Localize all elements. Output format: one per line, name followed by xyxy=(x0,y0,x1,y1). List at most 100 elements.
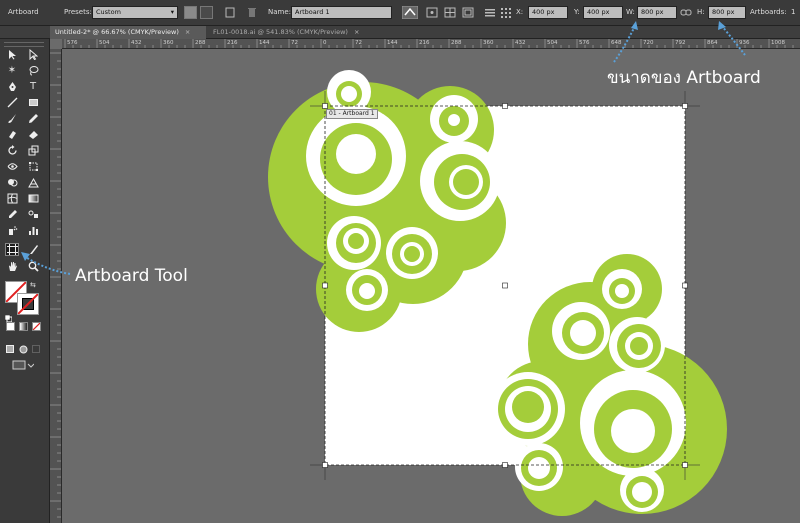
y-input[interactable]: 400 px xyxy=(583,6,623,19)
ruler-label: 288 xyxy=(195,40,206,46)
magic-wand-tool-icon[interactable]: ✶ xyxy=(5,64,19,77)
artboards-count-value: 1 xyxy=(791,8,796,16)
annotation-artboard-tool: Artboard Tool xyxy=(75,266,188,286)
default-fill-stroke-icon[interactable] xyxy=(4,307,13,323)
annotation-artboard-size: ขนาดของ Artboard xyxy=(607,68,761,88)
ruler-label: 360 xyxy=(163,40,174,46)
lasso-tool-icon[interactable] xyxy=(26,64,40,77)
show-center-mark-icon[interactable] xyxy=(426,6,438,19)
draw-inside-icon[interactable] xyxy=(32,339,41,353)
pen-tool-icon[interactable] xyxy=(5,80,19,93)
link-icon[interactable] xyxy=(680,6,692,19)
swap-fill-stroke-icon[interactable]: ⇆ xyxy=(30,281,36,289)
perspective-grid-tool-icon[interactable] xyxy=(26,176,40,189)
tab-label: Untitled-2* @ 66.67% (CMYK/Preview) xyxy=(55,28,179,36)
ruler-label: 360 xyxy=(483,40,494,46)
zoom-tool-icon[interactable] xyxy=(26,260,40,273)
none-mode-icon[interactable] xyxy=(32,322,41,331)
canvas-area[interactable]: 01 - Artboard 1 xyxy=(62,49,800,523)
presets-value: Custom xyxy=(96,8,121,16)
presets-dropdown[interactable]: Custom ▾ xyxy=(92,6,178,19)
ruler-label: 144 xyxy=(387,40,398,46)
ruler-label: 72 xyxy=(355,40,362,46)
x-input[interactable]: 400 px xyxy=(528,6,568,19)
eyedropper-tool-icon[interactable] xyxy=(5,208,19,221)
presets-label: Presets: xyxy=(64,8,92,16)
panel-grip[interactable] xyxy=(4,42,44,47)
gradient-mode-icon[interactable] xyxy=(19,322,28,331)
free-transform-tool-icon[interactable] xyxy=(26,160,40,173)
show-cross-hairs-icon[interactable] xyxy=(444,6,456,19)
width-input[interactable]: 800 px xyxy=(637,6,677,19)
close-icon[interactable]: × xyxy=(354,28,359,36)
ruler-label: 576 xyxy=(67,40,78,46)
control-bar: Artboard Presets: Custom ▾ Name: Artboar… xyxy=(0,0,800,26)
paintbrush-tool-icon[interactable] xyxy=(5,112,19,125)
tab-untitled-2[interactable]: Untitled-2* @ 66.67% (CMYK/Preview) × xyxy=(50,26,206,39)
ruler-label: 144 xyxy=(259,40,270,46)
eraser-tool-icon[interactable] xyxy=(26,128,40,141)
ruler-label: 576 xyxy=(579,40,590,46)
artboards-count-label: Artboards: xyxy=(750,8,787,16)
blob-brush-tool-icon[interactable] xyxy=(5,128,19,141)
ruler-vertical[interactable] xyxy=(50,49,62,523)
ruler-label: 936 xyxy=(739,40,750,46)
artboard-name-input[interactable]: Artboard 1 xyxy=(291,6,392,19)
w-label: W: xyxy=(626,8,635,16)
reference-point-icon[interactable] xyxy=(500,6,512,19)
scale-tool-icon[interactable] xyxy=(26,144,40,157)
move-with-artboard-icon[interactable] xyxy=(401,5,419,20)
name-label: Name: xyxy=(268,8,292,16)
artboard-tool-icon[interactable] xyxy=(5,243,19,256)
artboard-options-icon[interactable] xyxy=(484,6,496,19)
type-tool-icon[interactable]: T xyxy=(26,80,40,93)
rotate-tool-icon[interactable] xyxy=(5,144,19,157)
selection-tool-icon[interactable] xyxy=(5,48,19,61)
ruler-label: 432 xyxy=(131,40,142,46)
ruler-label: 72 xyxy=(291,40,298,46)
landscape-icon[interactable] xyxy=(200,6,213,19)
blend-tool-icon[interactable] xyxy=(26,208,40,221)
ruler-label: 216 xyxy=(227,40,238,46)
mesh-tool-icon[interactable] xyxy=(5,192,19,205)
line-segment-tool-icon[interactable] xyxy=(5,96,19,109)
delete-artboard-icon[interactable] xyxy=(246,6,258,19)
new-artboard-icon[interactable] xyxy=(224,6,236,19)
rectangle-tool-icon[interactable] xyxy=(26,96,40,109)
chevron-down-icon: ▾ xyxy=(170,8,174,16)
height-input[interactable]: 800 px xyxy=(708,6,746,19)
column-graph-tool-icon[interactable] xyxy=(26,224,40,237)
color-mode-icon[interactable] xyxy=(6,322,15,331)
draw-normal-icon[interactable] xyxy=(6,339,15,353)
artwork xyxy=(268,70,727,516)
tool-name: Artboard xyxy=(8,8,39,16)
close-icon[interactable]: × xyxy=(185,28,190,36)
stroke-swatch[interactable] xyxy=(17,293,39,315)
direct-selection-tool-icon[interactable] xyxy=(26,48,40,61)
screen-mode-icon[interactable] xyxy=(12,355,35,370)
pencil-tool-icon[interactable] xyxy=(26,112,40,125)
slice-tool-icon[interactable] xyxy=(26,243,40,256)
tools-panel: ✶ T ⇆ xyxy=(0,39,50,523)
portrait-icon[interactable] xyxy=(184,6,197,19)
h-label: H: xyxy=(697,8,705,16)
width-tool-icon[interactable] xyxy=(5,160,19,173)
document-tabs: Untitled-2* @ 66.67% (CMYK/Preview) × FL0… xyxy=(0,26,800,39)
artboard-label[interactable]: 01 - Artboard 1 xyxy=(326,109,378,119)
tab-fl01-0018[interactable]: FL01-0018.ai @ 541.83% (CMYK/Preview) × xyxy=(208,26,383,39)
tab-label: FL01-0018.ai @ 541.83% (CMYK/Preview) xyxy=(213,28,348,36)
symbol-sprayer-tool-icon[interactable] xyxy=(5,224,19,237)
gradient-tool-icon[interactable] xyxy=(26,192,40,205)
ruler-label: 1008 xyxy=(771,40,785,46)
shape-builder-tool-icon[interactable] xyxy=(5,176,19,189)
ruler-label: 792 xyxy=(675,40,686,46)
ruler-label: 864 xyxy=(707,40,718,46)
ruler-label: 648 xyxy=(611,40,622,46)
ruler-label: 720 xyxy=(643,40,654,46)
draw-behind-icon[interactable] xyxy=(19,339,28,354)
show-video-safe-areas-icon[interactable] xyxy=(462,6,474,19)
ruler-label: 0 xyxy=(323,40,327,46)
ruler-horizontal[interactable]: 576 504 432 360 288 216 144 72 0 72 144 216 288 360 43… xyxy=(62,39,800,49)
ruler-label: 216 xyxy=(419,40,430,46)
hand-tool-icon[interactable] xyxy=(5,260,19,273)
